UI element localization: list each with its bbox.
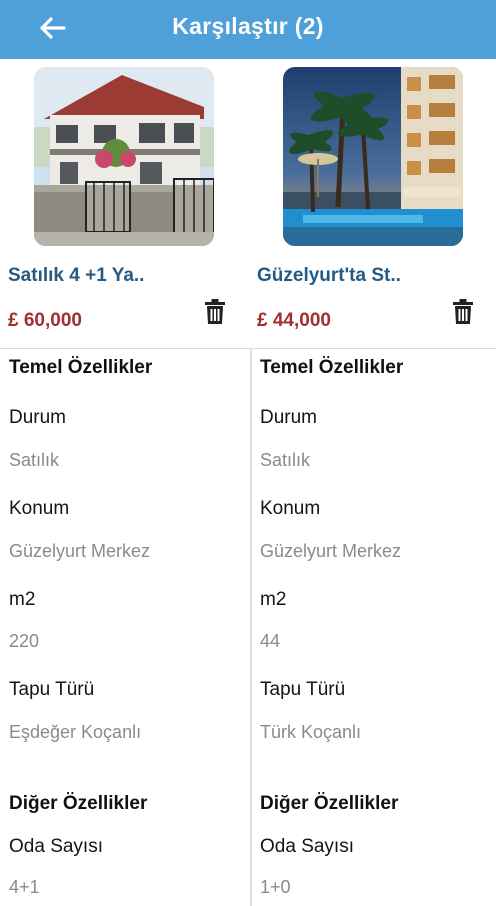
location-value: Güzelyurt Merkez (260, 541, 402, 561)
compare-column-1: Satılık 4 +1 Ya.. £ 60,000 Temel Özellik… (0, 59, 250, 906)
status-value: Satılık (9, 450, 60, 470)
deed-type-value: Türk Koçanlı (260, 722, 362, 742)
deed-type-value: Eşdeğer Koçanlı (9, 722, 142, 742)
basic-features-heading: Temel Özellikler (9, 357, 153, 378)
header-divider (0, 348, 496, 349)
room-count-label: Oda Sayısı (9, 836, 103, 857)
property-title[interactable]: Güzelyurt'ta St.. (257, 265, 401, 287)
area-value: 220 (9, 631, 40, 651)
status-label: Durum (9, 407, 67, 428)
app-bar: Karşılaştır (2) (0, 0, 496, 59)
location-value: Güzelyurt Merkez (9, 541, 151, 561)
basic-features-heading: Temel Özellikler (260, 357, 404, 378)
status-label: Durum (260, 407, 318, 428)
area-value: 44 (260, 631, 281, 651)
room-count-value: 4+1 (9, 877, 40, 897)
property-price: £ 60,000 (8, 310, 82, 331)
property-photo-resort[interactable] (283, 67, 463, 246)
resort-image (283, 67, 463, 246)
other-features-heading: Diğer Özellikler (9, 793, 148, 814)
trash-icon (453, 299, 473, 324)
property-title[interactable]: Satılık 4 +1 Ya.. (8, 265, 144, 287)
location-label: Konum (260, 498, 321, 519)
deed-type-label: Tapu Türü (9, 679, 95, 700)
remove-button[interactable] (452, 299, 478, 327)
other-features-heading: Diğer Özellikler (260, 793, 399, 814)
property-price: £ 44,000 (257, 310, 331, 331)
trash-icon (205, 299, 225, 324)
area-label: m2 (260, 589, 287, 610)
remove-button[interactable] (204, 299, 230, 327)
room-count-value: 1+0 (260, 877, 291, 897)
location-label: Konum (9, 498, 70, 519)
page-title: Karşılaştır (2) (172, 13, 324, 39)
room-count-label: Oda Sayısı (260, 836, 354, 857)
status-value: Satılık (260, 450, 311, 470)
compare-column-2: Güzelyurt'ta St.. £ 44,000 Temel Özellik… (252, 59, 496, 906)
column-divider (250, 348, 252, 906)
area-label: m2 (9, 589, 36, 610)
deed-type-label: Tapu Türü (260, 679, 346, 700)
property-photo-villa[interactable] (34, 67, 214, 246)
villa-image (34, 67, 214, 246)
